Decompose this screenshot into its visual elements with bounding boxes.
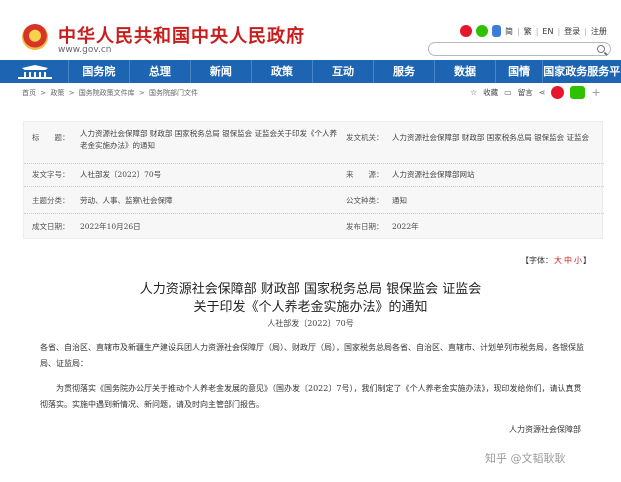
- nav-item-news[interactable]: 新闻: [191, 60, 252, 83]
- article-paragraph: 各省、自治区、直辖市及新疆生产建设兵团人力资源社会保障厅（局）、财政厅（局），国…: [40, 343, 584, 368]
- info-source-value: 人力资源社会保障部网站: [392, 170, 475, 179]
- font-size-large[interactable]: 大: [554, 256, 562, 265]
- nav-item-premier[interactable]: 总理: [130, 60, 191, 83]
- breadcrumb-policy[interactable]: 政策: [50, 89, 64, 97]
- breadcrumb-policy-library[interactable]: 国务院政策文件库: [79, 89, 135, 97]
- share-icon[interactable]: ⋖: [539, 88, 546, 97]
- info-date-value: 2022年10月26日: [80, 222, 141, 231]
- mobile-icon[interactable]: [492, 25, 501, 37]
- nav-home[interactable]: [0, 60, 69, 83]
- article-doc-number: 人社部发〔2022〕70号: [267, 319, 354, 328]
- weibo-share-icon[interactable]: [551, 86, 565, 99]
- nav-item-policy[interactable]: 政策: [252, 60, 313, 83]
- nav-item-service-platform[interactable]: 国家政务服务平台: [543, 60, 621, 83]
- article-signature: 人力资源社会保障部: [509, 425, 581, 434]
- lang-english-link[interactable]: EN: [542, 27, 553, 36]
- top-links: 简 | 繁 | EN | 登录 | 注册: [460, 24, 607, 38]
- comment-icon[interactable]: ▭: [504, 88, 512, 97]
- site-header: 中华人民共和国中央人民政府 www.gov.cn 简 | 繁 | EN | 登录…: [0, 0, 621, 60]
- national-emblem-icon[interactable]: [22, 24, 48, 50]
- site-url: www.gov.cn: [58, 45, 112, 55]
- comment-link[interactable]: 留言: [518, 87, 533, 98]
- info-type-value: 通知: [392, 196, 407, 205]
- breadcrumb-home[interactable]: 首页: [22, 89, 36, 97]
- info-topic-value: 劳动、人事、监察\社会保障: [80, 196, 173, 205]
- info-row: 成文日期： 2022年10月26日 发布日期： 2022年: [32, 222, 419, 231]
- info-docno-value: 人社部发〔2022〕70号: [80, 170, 162, 179]
- favorite-link[interactable]: 收藏: [483, 87, 498, 98]
- search-icon[interactable]: [597, 45, 605, 53]
- article-title-line2: 关于印发《个人养老金实施办法》的通知: [193, 300, 428, 315]
- login-link[interactable]: 登录: [564, 26, 580, 37]
- nav-item-state-council[interactable]: 国务院: [69, 60, 130, 83]
- nav-item-interaction[interactable]: 互动: [313, 60, 374, 83]
- breadcrumb: 首页 > 政策 > 国务院政策文件库 > 国务院部门文件: [22, 89, 199, 97]
- document-info-table: 标 题： 人力资源社会保障部 财政部 国家税务总局 银保监会 证监会关于印发《个…: [23, 121, 604, 239]
- article-title-line1: 人力资源社会保障部 财政部 国家税务总局 银保监会 证监会: [139, 282, 482, 297]
- info-row: 主题分类： 劳动、人事、监察\社会保障 公文种类： 通知: [24, 187, 604, 214]
- info-row: 标 题： 人力资源社会保障部 财政部 国家税务总局 银保监会 证监会关于印发《个…: [24, 122, 604, 164]
- wechat-share-icon[interactable]: [570, 86, 586, 99]
- share-tools: ☆ 收藏 ▭ 留言 ⋖ +: [470, 86, 601, 99]
- info-title-value: 人力资源社会保障部 财政部 国家税务总局 银保监会 证监会关于印发《个人养老金实…: [80, 129, 338, 150]
- info-pubdate-value: 2022年: [392, 222, 419, 231]
- info-row: 发文字号： 人社部发〔2022〕70号 来 源： 人力资源社会保障部网站: [24, 164, 604, 187]
- info-issuer-value: 人力资源社会保障部 财政部 国家税务总局 银保监会 证监会: [392, 133, 590, 142]
- wechat-icon[interactable]: [476, 25, 488, 37]
- star-icon[interactable]: ☆: [470, 88, 477, 97]
- watermark: 知乎 @文韬耿耿: [485, 452, 566, 465]
- search-input[interactable]: [428, 42, 611, 56]
- font-size-switcher: 【字体：大中小】: [521, 256, 591, 265]
- register-link[interactable]: 注册: [591, 26, 607, 37]
- weibo-icon[interactable]: [460, 25, 472, 37]
- font-size-small[interactable]: 小: [574, 256, 582, 265]
- breadcrumb-department-docs[interactable]: 国务院部门文件: [149, 89, 198, 97]
- more-share-icon[interactable]: +: [591, 86, 600, 99]
- nav-item-data[interactable]: 数据: [435, 60, 496, 83]
- tiananmen-gate-icon: [18, 65, 52, 79]
- nav-item-service[interactable]: 服务: [374, 60, 435, 83]
- font-size-medium[interactable]: 中: [564, 256, 572, 265]
- main-nav: 国务院 总理 新闻 政策 互动 服务 数据 国情 国家政务服务平台: [0, 60, 621, 83]
- lang-simplified-link[interactable]: 简: [505, 26, 513, 37]
- article-paragraph: 为贯彻落实《国务院办公厅关于推动个人养老金发展的意见》（国办发〔2022〕7号）…: [40, 384, 582, 409]
- nav-item-national-info[interactable]: 国情: [496, 60, 544, 83]
- lang-traditional-link[interactable]: 繁: [524, 26, 532, 37]
